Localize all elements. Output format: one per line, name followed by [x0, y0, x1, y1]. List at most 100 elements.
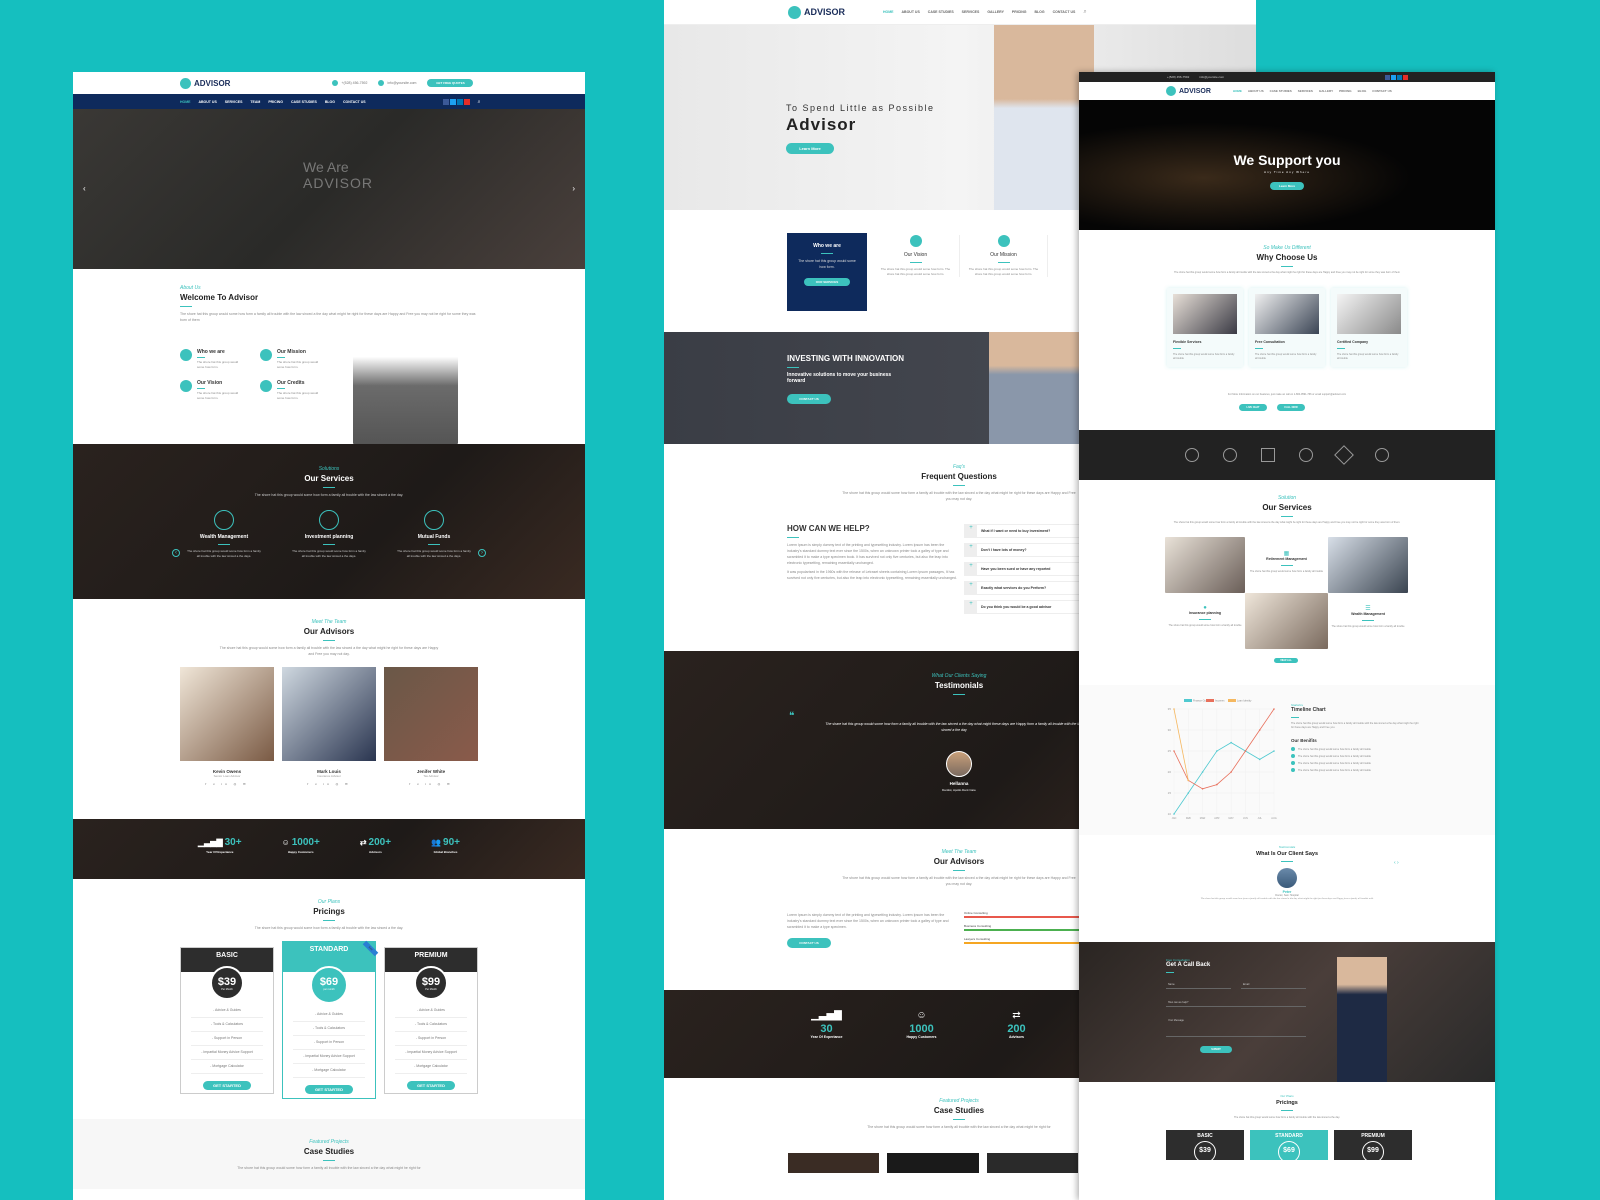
get-quotes-button[interactable]: GET FREE QUOTES	[427, 79, 474, 87]
facebook-icon[interactable]	[442, 98, 449, 105]
faq-item[interactable]: + Exactly what services do you Perform?	[964, 581, 1084, 595]
section-title: Testimonials	[934, 681, 984, 690]
section-title: Why Choose Us	[1256, 253, 1318, 262]
service-item[interactable]: ☰ Wealth Management The shore hat this gro…	[1328, 605, 1408, 629]
social-links[interactable]: f x in ◎ ✉	[180, 782, 274, 786]
contact-us-button[interactable]: CONTACT US	[787, 394, 831, 404]
nav-item-pricing[interactable]: PRICING	[1339, 89, 1352, 93]
nav-item-case-studies[interactable]: CASE STUDIES	[291, 100, 317, 104]
nav-item-contact-us[interactable]: CONTACT US	[1372, 89, 1391, 93]
youtube-icon[interactable]	[1403, 74, 1409, 80]
services-prev-arrow[interactable]: ‹	[172, 549, 180, 557]
faq-item[interactable]: + Don't I have lots of money?	[964, 543, 1084, 557]
nav-item-home[interactable]: HOME	[1233, 89, 1242, 93]
faq-item[interactable]: + Do you think you would be a good adviso…	[964, 600, 1084, 614]
learn-more-button[interactable]: Learn More	[786, 143, 834, 154]
get-started-button[interactable]: GET STARTED	[407, 1081, 455, 1090]
nav-item-gallery[interactable]: GALLERY	[987, 10, 1004, 14]
service-item[interactable]: Investment planning The shore hat this gr…	[292, 510, 367, 559]
get-started-button[interactable]: GET STARTED	[203, 1081, 251, 1090]
case-thumb[interactable]	[788, 1153, 880, 1173]
learn-more-button[interactable]: Learn More	[1270, 182, 1304, 190]
call-now-button[interactable]: CALL NOW	[1277, 404, 1305, 411]
nav-item-blog[interactable]: BLOG	[325, 100, 335, 104]
feature-card[interactable]: Certified Company The shore hat this grou…	[1331, 288, 1407, 367]
submit-button[interactable]: SUBMIT	[1200, 1046, 1232, 1053]
nav-item-about-us[interactable]: ABOUT US	[902, 10, 920, 14]
feature-text: The shore hat this group would some how …	[1255, 353, 1317, 360]
nav-item-about-us[interactable]: ABOUT US	[1248, 89, 1264, 93]
nav-item-pricing[interactable]: PRICING	[268, 100, 283, 104]
hero-slider: We Support you Any Time Any Where Learn …	[1079, 100, 1495, 230]
help-input[interactable]: How can we help?	[1166, 999, 1306, 1007]
feature-card[interactable]: Free Consultation The shore hat this grou…	[1249, 288, 1325, 367]
service-item[interactable]: Mutual Funds The shore hat this group wou…	[397, 510, 472, 559]
nav-item-services[interactable]: SERVICES	[1298, 89, 1313, 93]
nav-item-contact-us[interactable]: CONTACT US	[343, 100, 366, 104]
nav-item-services[interactable]: SERVICES	[225, 100, 243, 104]
linkedin-icon[interactable]	[456, 98, 463, 105]
faq-question: Do you think you would be a good advisor	[981, 605, 1052, 609]
message-textarea[interactable]: Your Message	[1166, 1017, 1306, 1037]
partner-logo	[1223, 448, 1237, 462]
users-icon: 👥	[431, 838, 442, 847]
nav-item-case-studies[interactable]: CASE STUDIES	[928, 10, 954, 14]
nav-item-services[interactable]: SERVICES	[962, 10, 980, 14]
view-all-button[interactable]: VIEW ALL	[1274, 658, 1298, 663]
advisor-card[interactable]: Kevin Owens Senior Loan Advisor f x in ◎ ✉	[180, 667, 274, 786]
social-links[interactable]: f x in ◎ ✉	[282, 782, 376, 786]
testimonial-nav-arrows[interactable]: ‹ ›	[1394, 860, 1399, 866]
case-thumb[interactable]	[986, 1153, 1078, 1173]
data-point	[1244, 750, 1247, 752]
search-icon[interactable]: ⌕	[1083, 9, 1086, 16]
feature-title: Free Consultation	[1255, 340, 1285, 344]
our-services-button[interactable]: OUR SERVICES	[804, 278, 850, 286]
service-item[interactable]: ▦ Retirement Management The shore hat this…	[1245, 550, 1328, 574]
linkedin-icon[interactable]	[1397, 74, 1403, 80]
benefit-item: The shore hat this group would some how …	[1291, 768, 1421, 772]
services-next-arrow[interactable]: ›	[478, 549, 486, 557]
service-item[interactable]: Wealth Management The shore hat this grou…	[187, 510, 262, 559]
facebook-icon[interactable]	[1385, 74, 1391, 80]
contact-us-button[interactable]: CONTACT US	[787, 938, 831, 948]
nav-item-home[interactable]: HOME	[883, 10, 894, 14]
nav-item-case-studies[interactable]: CASE STUDIES	[1270, 89, 1292, 93]
section-text: The shore hat this group would some how …	[254, 493, 404, 497]
logo[interactable]: ADVISOR	[788, 5, 845, 19]
nav-item-pricing[interactable]: PRICING	[1012, 10, 1027, 14]
stat-label: Year Of Experiance	[810, 1035, 843, 1039]
youtube-icon[interactable]	[463, 98, 470, 105]
y-tick-label: 10	[1168, 812, 1172, 816]
plan-feature: - Advice & Guides	[395, 1004, 467, 1018]
section-title: What Is Our Client Says	[1255, 851, 1319, 857]
logo[interactable]: ADVISOR	[1166, 86, 1211, 96]
feature-card[interactable]: Flexible Services The shore hat this grou…	[1167, 288, 1243, 367]
faq-item[interactable]: + What if I want or need to buy investmen…	[964, 524, 1084, 538]
twitter-icon[interactable]	[1391, 74, 1397, 80]
live-chat-button[interactable]: LIVE CHAT	[1239, 404, 1267, 411]
nav-item-home[interactable]: HOME	[180, 100, 191, 104]
get-started-button[interactable]: GET STARTED	[305, 1085, 353, 1094]
advisor-card[interactable]: Jenifer White Tax Advisor f x in ◎ ✉	[384, 667, 478, 786]
slider-prev-arrow[interactable]: ‹	[83, 184, 86, 193]
name-input[interactable]: Name	[1166, 981, 1231, 989]
nav-item-about-us[interactable]: ABOUT US	[199, 100, 217, 104]
nav-item-contact-us[interactable]: CONTACT US	[1053, 10, 1076, 14]
advisor-card[interactable]: Mark Louis Insurance Advisor f x in ◎ ✉	[282, 667, 376, 786]
slider-next-arrow[interactable]: ›	[572, 184, 575, 193]
search-icon[interactable]: ⌕	[478, 99, 481, 105]
logo[interactable]: ADVISOR	[180, 77, 230, 89]
nav-item-team[interactable]: TEAM	[250, 100, 260, 104]
nav-item-blog[interactable]: BLOG	[1358, 89, 1367, 93]
retweet-icon: ⇄	[359, 838, 367, 847]
twitter-icon[interactable]	[449, 98, 456, 105]
email-input[interactable]: Email	[1241, 981, 1306, 989]
legend-swatch	[1228, 699, 1236, 702]
faq-item[interactable]: + Have you been sued or have any reported	[964, 562, 1084, 576]
nav-item-gallery[interactable]: GALLERY	[1319, 89, 1333, 93]
service-item[interactable]: ● Insurance planning The shore hat this gr…	[1165, 605, 1245, 628]
case-thumb[interactable]	[887, 1153, 979, 1173]
social-links[interactable]: f x in ◎ ✉	[384, 782, 478, 786]
nav-item-blog[interactable]: BLOG	[1035, 10, 1045, 14]
stat-item: ⇄ 200 Advisors	[994, 1010, 1039, 1078]
